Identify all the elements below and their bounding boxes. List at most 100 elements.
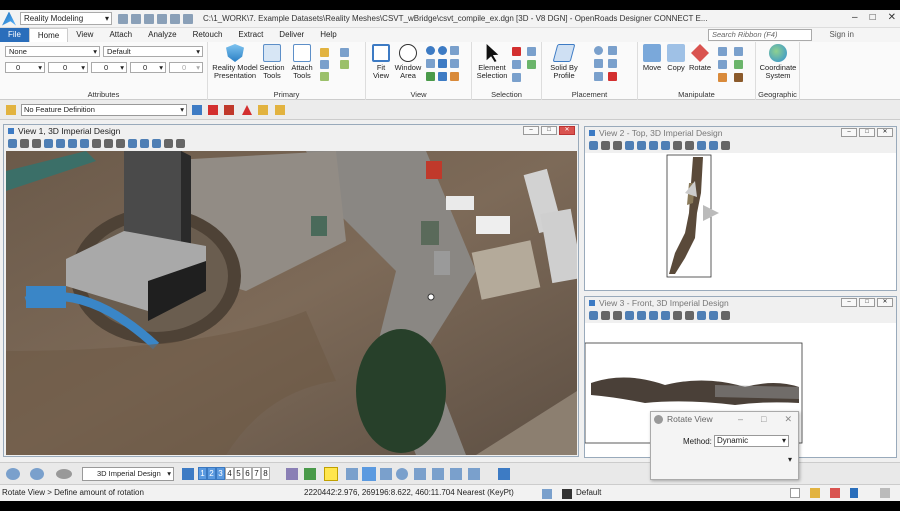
stretch-icon[interactable] [718,73,727,82]
snap-3-icon[interactable] [414,468,426,480]
view-toggle-4[interactable]: 4 [225,467,234,480]
clip-volume-icon[interactable] [164,138,173,148]
move-button[interactable]: Move [640,44,664,72]
rotate-view-dialog[interactable]: Rotate View – □ ✕ Method: Dynamic ▾ [650,411,799,480]
dialog-close-icon[interactable]: ✕ [784,412,792,426]
linestyle-dropdown[interactable]: 0 [91,62,127,73]
transparency-dropdown[interactable]: 0 [130,62,166,73]
view-3-tool-icon[interactable] [589,310,598,320]
style-dropdown[interactable]: Default [103,46,203,57]
view-1-minimize-icon[interactable]: – [523,126,539,135]
open-file-icon[interactable] [131,13,141,24]
feature-definition-icon[interactable] [6,105,16,115]
method-dropdown[interactable]: Dynamic [714,435,789,447]
align-icon[interactable] [734,60,743,69]
place-polygon-icon[interactable] [594,72,603,81]
feature-text-icon[interactable] [242,105,252,115]
status-blue-icon[interactable] [850,488,858,498]
view-3-tool-icon[interactable] [613,310,622,320]
snap-center-icon[interactable] [396,468,408,480]
view-2-tool-icon[interactable] [697,140,706,150]
color-dropdown[interactable]: 0 [5,62,45,73]
tab-home[interactable]: Home [28,28,69,42]
lock-icon[interactable] [275,105,285,115]
view-3-tool-icon[interactable] [637,310,646,320]
feature-tool-2-icon[interactable] [208,105,218,115]
pan-icon[interactable] [104,138,113,148]
fit-view-view-icon[interactable] [80,138,89,148]
element-selection-button[interactable]: Element Selection [474,44,510,80]
view-2-tool-icon[interactable] [625,140,634,150]
coordinate-system-button[interactable]: Coordinate System [758,44,798,80]
snap-6-icon[interactable] [468,468,480,480]
rotate-view-view-icon[interactable] [92,138,101,148]
mirror-icon[interactable] [734,47,743,56]
window-area-view-icon[interactable] [68,138,77,148]
view-3-tool-icon[interactable] [661,310,670,320]
array-icon[interactable] [718,60,727,69]
snap-keypoint-icon[interactable] [362,467,376,481]
camera-view-icon[interactable] [176,138,185,148]
status-box-icon[interactable] [790,488,800,498]
view-3-tool-icon[interactable] [649,310,658,320]
pan-view-icon[interactable] [438,59,447,68]
view-toggle-3[interactable]: 3 [216,467,225,480]
view-toggle-7[interactable]: 7 [252,467,261,480]
view-1-close-icon[interactable]: ✕ [559,126,575,135]
zoom-out-icon[interactable] [438,46,447,55]
view-2-maximize-icon[interactable]: □ [859,128,875,137]
solid-by-profile-button[interactable]: Solid By Profile [544,44,584,80]
dialog-minimize-icon[interactable]: – [738,412,743,426]
view-2-window[interactable]: View 2 - Top, 3D Imperial Design – □ ✕ [584,126,897,291]
view-1-maximize-icon[interactable]: □ [541,126,557,135]
home-icon[interactable] [810,488,820,498]
reality-model-presentation-button[interactable]: Reality Model Presentation [210,44,260,80]
sign-in-link[interactable]: Sign in [830,28,854,42]
update-view-icon[interactable] [32,138,41,148]
back-arrow-icon[interactable] [6,468,20,480]
primary-small-icon-2[interactable] [320,60,329,69]
rotate-button[interactable]: Rotate [688,44,712,72]
view-attributes-icon[interactable] [8,138,17,148]
accusnap-icon[interactable] [542,489,552,499]
selection-filter-icon[interactable] [527,47,536,56]
view-3-tool-icon[interactable] [601,310,610,320]
view-arrange-icon[interactable] [182,468,194,480]
delete-element-icon[interactable] [734,73,743,82]
view-toggle-2[interactable]: 2 [207,467,216,480]
select-all-icon[interactable] [512,60,521,69]
dialog-expand-icon[interactable]: ▾ [788,455,792,464]
print-icon[interactable] [183,13,193,24]
view-3-tool-icon[interactable] [721,310,730,320]
view-2-close-icon[interactable]: ✕ [877,128,893,137]
weight-dropdown[interactable]: 0 [48,62,88,73]
zoom-in-icon[interactable] [426,46,435,55]
close-icon[interactable]: ✕ [888,12,896,23]
view-2-tool-icon[interactable] [673,140,682,150]
view-2-tool-icon[interactable] [709,140,718,150]
view-next-icon[interactable] [426,72,435,81]
search-ribbon-input[interactable]: Search Ribbon (F4) [708,29,812,41]
feature-tool-3-icon[interactable] [224,105,234,115]
view-3-tool-icon[interactable] [625,310,634,320]
tab-extract[interactable]: Extract [230,28,271,42]
snap-active-icon[interactable] [324,467,338,481]
snap-2-icon[interactable] [380,468,392,480]
tab-help[interactable]: Help [312,28,344,42]
save-icon[interactable] [144,13,154,24]
feature-definition-dropdown[interactable]: No Feature Definition [21,104,187,116]
feature-tool-1-icon[interactable] [192,105,202,115]
tab-file[interactable]: File [0,28,29,42]
view-3-tool-icon[interactable] [709,310,718,320]
tab-deliver[interactable]: Deliver [271,28,312,42]
place-line-icon[interactable] [608,46,617,55]
status-lock-icon[interactable] [562,489,572,499]
feature-tool-5-icon[interactable] [258,105,268,115]
primary-small-icon-5[interactable] [340,60,349,69]
view-2-tool-icon[interactable] [721,140,730,150]
primary-small-icon-4[interactable] [340,48,349,57]
fence-icon[interactable] [512,73,521,82]
view-next-view-icon[interactable] [140,138,149,148]
view-2-canvas[interactable] [585,153,896,290]
view-toggle-1[interactable]: 1 [198,467,207,480]
